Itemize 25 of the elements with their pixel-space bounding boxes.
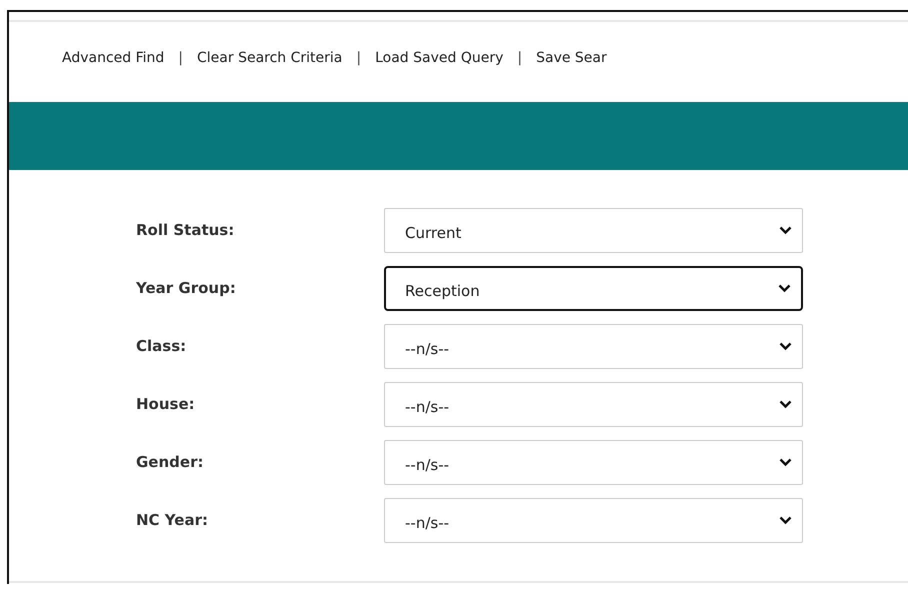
dropdown[interactable]: --n/s-- xyxy=(384,498,803,543)
chevron-down-icon xyxy=(778,284,791,293)
toolbar-link[interactable]: Advanced Find xyxy=(62,50,164,66)
separator: | xyxy=(356,50,362,66)
field-label: House: xyxy=(136,394,196,412)
toolbar-link[interactable]: Load Saved Query xyxy=(375,50,504,66)
chevron-down-icon xyxy=(779,516,792,525)
field-label: Class: xyxy=(136,336,188,354)
dropdown[interactable]: --n/s-- xyxy=(384,440,803,485)
chevron-down-icon xyxy=(779,400,792,409)
chevron-down-icon xyxy=(779,458,792,467)
toolbar-link[interactable]: Clear Search Criteria xyxy=(197,50,342,66)
separator: | xyxy=(178,50,184,66)
field-label: Year Group: xyxy=(136,278,237,296)
dropdown[interactable]: --n/s-- xyxy=(384,382,803,427)
dropdown[interactable]: Reception xyxy=(384,266,803,311)
separator: | xyxy=(517,50,522,66)
dropdown[interactable]: --n/s-- xyxy=(384,324,803,369)
toolbar-link[interactable]: Save Sear xyxy=(536,50,607,66)
field-label: Gender: xyxy=(136,452,204,470)
field-label: Roll Status: xyxy=(136,220,236,238)
field-label: NC Year: xyxy=(136,510,209,528)
dropdown[interactable]: Current xyxy=(384,208,803,253)
chevron-down-icon xyxy=(779,226,792,235)
chevron-down-icon xyxy=(779,342,792,351)
